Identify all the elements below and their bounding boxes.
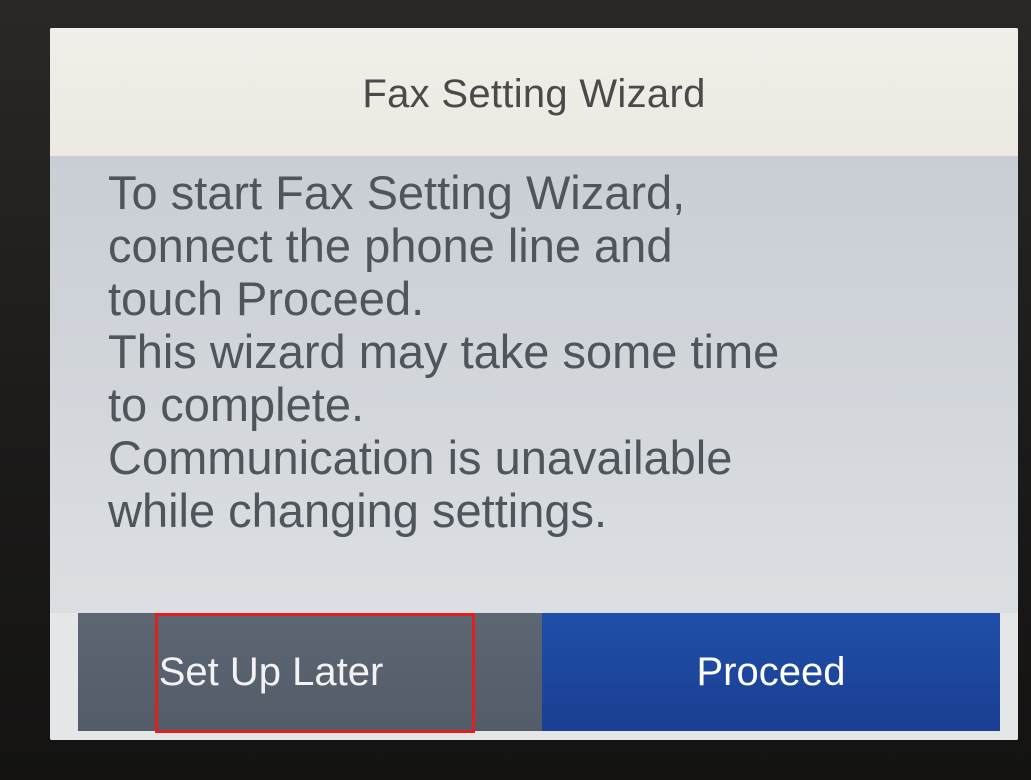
- proceed-button[interactable]: Proceed: [542, 613, 1000, 731]
- dialog-button-row: Set Up Later Proceed: [50, 613, 1018, 740]
- dialog-title: Fax Setting Wizard: [362, 71, 706, 116]
- set-up-later-button[interactable]: Set Up Later: [78, 613, 544, 731]
- set-up-later-label: Set Up Later: [158, 649, 384, 694]
- dialog-title-bar: Fax Setting Wizard: [50, 28, 1018, 156]
- dialog-message-area: To start Fax Setting Wizard, connect the…: [50, 156, 1018, 616]
- proceed-label: Proceed: [696, 649, 846, 694]
- printer-lcd-screen: Fax Setting Wizard To start Fax Setting …: [50, 28, 1018, 740]
- dialog-message: To start Fax Setting Wizard, connect the…: [108, 166, 780, 537]
